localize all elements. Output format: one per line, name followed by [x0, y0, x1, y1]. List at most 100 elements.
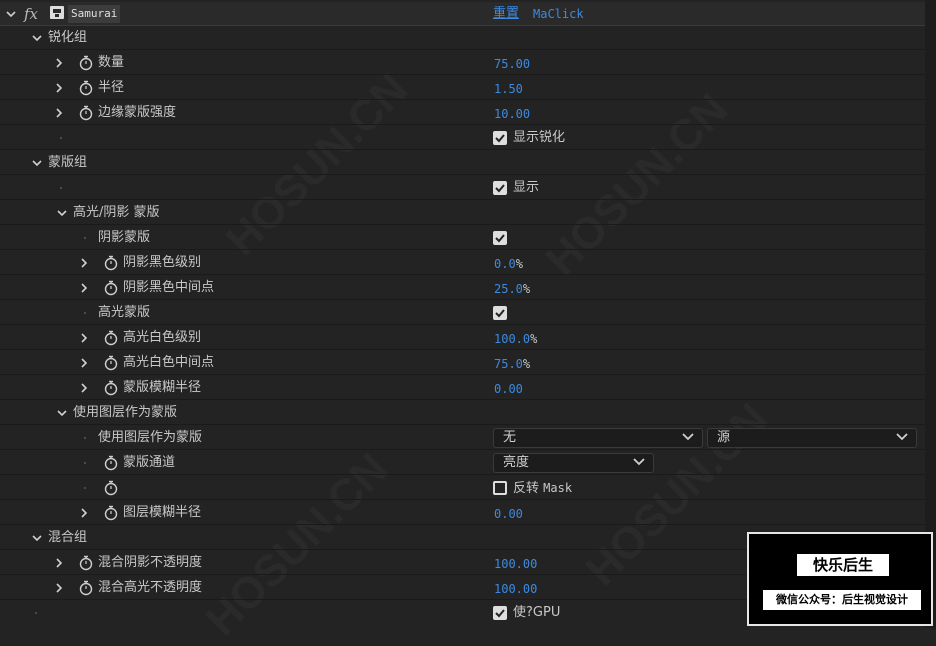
- chevron-right-icon[interactable]: [77, 351, 91, 375]
- stopwatch-icon[interactable]: [103, 330, 119, 346]
- param-label: 蒙版通道: [123, 455, 176, 470]
- group-sharpen[interactable]: 锐化组: [0, 26, 925, 50]
- group-use-layer[interactable]: 使用图层作为蒙版: [0, 401, 925, 425]
- chevron-down-icon[interactable]: [4, 2, 18, 26]
- chevron-down-icon[interactable]: [30, 151, 44, 175]
- stopwatch-icon[interactable]: [103, 455, 119, 471]
- param-value[interactable]: 100.00: [494, 551, 537, 575]
- layer-dropdown[interactable]: 无: [493, 428, 703, 448]
- checkbox-label: 反转 Mask: [513, 476, 572, 500]
- value-number: 25.0: [494, 282, 523, 296]
- param-label: 使用图层作为蒙版: [98, 430, 203, 445]
- param-value[interactable]: 100.0%: [494, 326, 537, 350]
- chevron-right-icon[interactable]: [77, 251, 91, 275]
- param-value[interactable]: 100.00: [494, 576, 537, 600]
- tree-dot: [84, 237, 86, 239]
- param-label: 高光白色级别: [123, 330, 202, 345]
- param-shadow-mid[interactable]: 阴影黑色中间点 25.0%: [0, 276, 925, 300]
- stopwatch-icon[interactable]: [103, 505, 119, 521]
- chevron-right-icon[interactable]: [52, 576, 66, 600]
- reset-link[interactable]: 重置: [493, 2, 519, 26]
- checkbox-icon[interactable]: [493, 181, 507, 195]
- param-edge-mask[interactable]: 边缘蒙版强度 10.00: [0, 101, 925, 125]
- stopwatch-icon[interactable]: [78, 80, 94, 96]
- stopwatch-icon[interactable]: [103, 280, 119, 296]
- effect-icon: [49, 5, 65, 20]
- group-hl-shadow[interactable]: 高光/阴影 蒙版: [0, 201, 925, 225]
- stopwatch-icon[interactable]: [78, 55, 94, 71]
- param-value[interactable]: 1.50: [494, 76, 523, 100]
- chevron-down-icon[interactable]: [30, 526, 44, 550]
- param-matte-blur[interactable]: 蒙版模糊半径 0.00: [0, 376, 925, 400]
- stopwatch-icon[interactable]: [103, 380, 119, 396]
- chevron-right-icon[interactable]: [52, 101, 66, 125]
- param-show[interactable]: 显示: [0, 176, 925, 200]
- tree-dot: [84, 487, 86, 489]
- param-value[interactable]: 0.00: [494, 501, 523, 525]
- stopwatch-icon[interactable]: [103, 480, 119, 496]
- value-number: 0.0: [494, 257, 516, 271]
- chevron-right-icon[interactable]: [77, 276, 91, 300]
- tree-dot: [35, 612, 37, 614]
- param-highlight-matte[interactable]: 高光蒙版: [0, 301, 925, 325]
- effect-header-row[interactable]: fx Samurai 重置 MaClick: [0, 2, 925, 26]
- param-label: 阴影蒙版: [98, 230, 151, 245]
- param-value[interactable]: 10.00: [494, 101, 530, 125]
- param-hl-white[interactable]: 高光白色级别 100.0%: [0, 326, 925, 350]
- param-matte-channel[interactable]: 蒙版通道 亮度: [0, 451, 925, 475]
- checkbox-icon[interactable]: [493, 131, 507, 145]
- chevron-down-icon[interactable]: [55, 401, 69, 425]
- param-value[interactable]: 0.00: [494, 376, 523, 400]
- stopwatch-icon[interactable]: [103, 255, 119, 271]
- tree-dot: [60, 187, 62, 189]
- checkbox-icon[interactable]: [493, 481, 507, 495]
- checkbox-icon[interactable]: [493, 606, 507, 620]
- param-show-sharpen[interactable]: 显示锐化: [0, 126, 925, 150]
- param-label: 半径: [98, 80, 125, 95]
- stopwatch-icon[interactable]: [103, 355, 119, 371]
- param-hl-mid[interactable]: 高光白色中间点 75.0%: [0, 351, 925, 375]
- plugin-link[interactable]: MaClick: [533, 2, 584, 26]
- checkbox-label: 显示: [513, 180, 540, 195]
- param-label: 混合阴影不透明度: [98, 555, 203, 570]
- param-value[interactable]: 75.00: [494, 51, 530, 75]
- param-amount[interactable]: 数量 75.00: [0, 51, 925, 75]
- chevron-right-icon[interactable]: [52, 76, 66, 100]
- param-value[interactable]: 0.0%: [494, 251, 523, 275]
- dropdown-arrow-icon: [633, 458, 645, 466]
- chevron-right-icon[interactable]: [52, 551, 66, 575]
- tree-dot: [84, 437, 86, 439]
- chevron-right-icon[interactable]: [77, 501, 91, 525]
- param-value[interactable]: 75.0%: [494, 351, 530, 375]
- param-label: 阴影黑色级别: [123, 255, 202, 270]
- param-use-layer[interactable]: 使用图层作为蒙版 无 源: [0, 426, 925, 450]
- dropdown-value: 亮度: [503, 455, 530, 470]
- tree-dot: [84, 462, 86, 464]
- chevron-right-icon[interactable]: [52, 51, 66, 75]
- stopwatch-icon[interactable]: [78, 555, 94, 571]
- tree-dot: [84, 312, 86, 314]
- stopwatch-icon[interactable]: [78, 105, 94, 121]
- group-label: 混合组: [48, 530, 88, 545]
- param-invert[interactable]: 反转 Mask: [0, 476, 925, 500]
- checkbox-icon[interactable]: [493, 306, 507, 320]
- checkbox-label: 使?GPU: [513, 605, 561, 620]
- param-shadow-black[interactable]: 阴影黑色级别 0.0%: [0, 251, 925, 275]
- fx-icon[interactable]: fx: [24, 2, 38, 26]
- chevron-down-icon[interactable]: [55, 201, 69, 225]
- chevron-down-icon[interactable]: [30, 26, 44, 50]
- chevron-right-icon[interactable]: [77, 376, 91, 400]
- param-radius[interactable]: 半径 1.50: [0, 76, 925, 100]
- param-value[interactable]: 25.0%: [494, 276, 530, 300]
- effect-name[interactable]: Samurai: [68, 5, 121, 23]
- stopwatch-icon[interactable]: [78, 580, 94, 596]
- channel-dropdown[interactable]: 亮度: [493, 453, 654, 473]
- tree-dot: [60, 137, 62, 139]
- param-label: 阴影黑色中间点: [123, 280, 215, 295]
- param-layer-blur[interactable]: 图层模糊半径 0.00: [0, 501, 925, 525]
- group-matte[interactable]: 蒙版组: [0, 151, 925, 175]
- chevron-right-icon[interactable]: [77, 326, 91, 350]
- source-dropdown[interactable]: 源: [707, 428, 917, 448]
- param-shadow-matte[interactable]: 阴影蒙版: [0, 226, 925, 250]
- checkbox-icon[interactable]: [493, 231, 507, 245]
